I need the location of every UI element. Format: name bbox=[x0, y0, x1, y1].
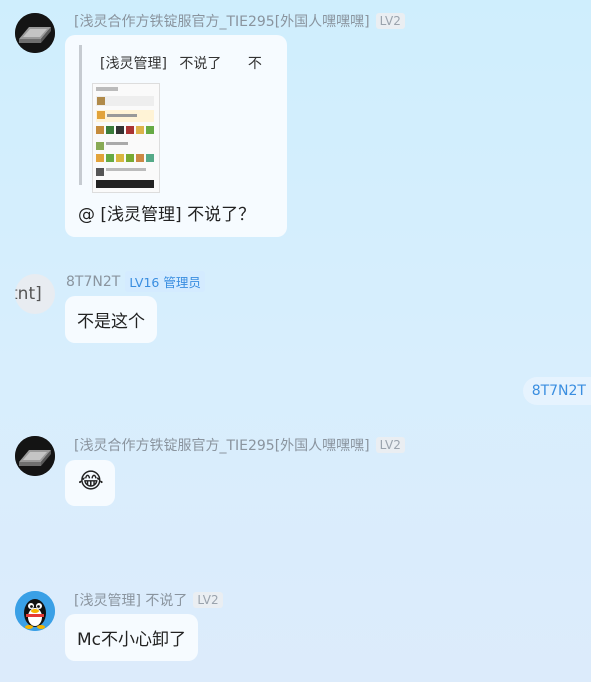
sender-label: [浅灵合作方铁锭服官方_TIE295[外国人嘿嘿嘿] bbox=[74, 438, 370, 454]
message-text: Mc不小心卸了 bbox=[77, 630, 187, 650]
qq-penguin-icon bbox=[15, 591, 55, 631]
message-bubble-emoji[interactable]: 😂 bbox=[65, 460, 115, 506]
role-text: 管理员 bbox=[163, 275, 201, 290]
quoted-message[interactable]: [浅灵管理] 不说了 不 bbox=[79, 45, 272, 193]
self-name-tag[interactable]: 8T7N2T bbox=[522, 377, 591, 405]
sender-label: [浅灵合作方铁锭服官方_TIE295[外国人嘿嘿嘿] bbox=[74, 14, 370, 30]
message-text: @ [浅灵管理] 不说了？ bbox=[78, 205, 256, 225]
sender-name[interactable]: [浅灵管理] 不说了 LV2 bbox=[74, 590, 223, 610]
message-bubble[interactable]: 不是这个 bbox=[65, 296, 157, 343]
avatar-text: tnt] bbox=[15, 284, 42, 304]
quote-author: [浅灵管理] bbox=[100, 56, 167, 72]
level-badge: LV2 bbox=[375, 437, 405, 453]
avatar-iron-ingot[interactable] bbox=[15, 436, 55, 476]
level-badge: LV2 bbox=[193, 592, 223, 608]
sender-label: 8T7N2T bbox=[66, 273, 121, 290]
quote-text: 不 bbox=[247, 56, 262, 72]
sender-name[interactable]: [浅灵合作方铁锭服官方_TIE295[外国人嘿嘿嘿] LV2 bbox=[74, 435, 405, 455]
level-text: LV16 bbox=[129, 275, 160, 290]
avatar-8t7n2t[interactable]: tnt] bbox=[15, 274, 55, 314]
level-badge: LV2 bbox=[375, 13, 405, 29]
sender-label: [浅灵管理] 不说了 bbox=[74, 593, 188, 609]
sender-name[interactable]: 8T7N2T LV16 管理员 bbox=[66, 271, 205, 292]
quoted-screenshot-thumbnail[interactable] bbox=[92, 83, 160, 193]
avatar-qq[interactable] bbox=[15, 591, 55, 631]
iron-ingot-icon bbox=[15, 436, 55, 476]
message-bubble-reply[interactable]: [浅灵管理] 不说了 不 @ [浅灵管理] 不说了？ bbox=[65, 35, 287, 237]
sender-name[interactable]: [浅灵合作方铁锭服官方_TIE295[外国人嘿嘿嘿] LV2 bbox=[74, 11, 405, 31]
avatar-iron-ingot[interactable] bbox=[15, 13, 55, 53]
quote-name: 不说了 bbox=[179, 56, 222, 72]
message-text: 不是这个 bbox=[77, 312, 145, 332]
level-role-badge: LV16 管理员 bbox=[125, 271, 205, 292]
laughing-tears-emoji: 😂 bbox=[78, 469, 104, 494]
iron-ingot-icon bbox=[15, 13, 55, 53]
message-bubble[interactable]: Mc不小心卸了 bbox=[65, 614, 199, 661]
quote-header: [浅灵管理] 不说了 不 bbox=[100, 53, 270, 73]
